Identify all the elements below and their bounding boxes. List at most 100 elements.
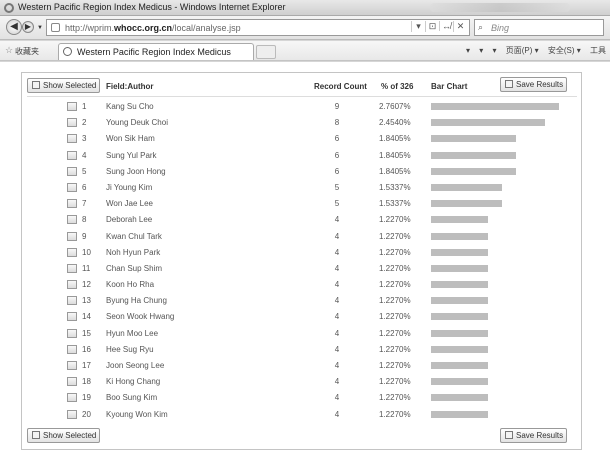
table-row: 20 Kyoung Won Kim 4 1.2270% (22, 407, 583, 423)
row-checkbox[interactable] (67, 134, 77, 144)
row-rank: 20 (82, 409, 91, 419)
author-name: Deborah Lee (106, 215, 153, 225)
favorites-label[interactable]: 收藏夹 (15, 46, 39, 57)
table-row: 8 Deborah Lee 4 1.2270% (22, 212, 583, 228)
table-row: 16 Hee Sug Ryu 4 1.2270% (22, 342, 583, 358)
list-icon (32, 431, 40, 439)
record-count: 4 (334, 361, 340, 370)
row-checkbox[interactable] (67, 328, 77, 338)
page-icon (51, 23, 60, 32)
table-row: 9 Kwan Chul Tark 4 1.2270% (22, 229, 583, 245)
bar-fill (431, 248, 488, 256)
address-dropdown-icon[interactable]: ▾ (411, 21, 425, 32)
row-rank: 16 (82, 344, 91, 354)
search-box[interactable]: ⌕ Bing (474, 19, 604, 36)
search-placeholder[interactable]: Bing (491, 23, 509, 33)
bar-track (431, 248, 571, 256)
record-count: 4 (334, 280, 340, 290)
row-checkbox[interactable] (67, 296, 77, 306)
bar-track (431, 281, 571, 289)
author-name: Noh Hyun Park (106, 247, 161, 257)
bar-track (431, 394, 571, 402)
record-count: 8 (334, 118, 340, 128)
bar-track (431, 103, 571, 110)
author-name: Chan Sup Shim (106, 263, 163, 273)
browser-tab-active[interactable]: Western Pacific Region Index Medicus (58, 43, 254, 60)
record-percent: 1.2270% (379, 393, 411, 403)
tools-menu[interactable]: 工具 (590, 46, 606, 55)
list-icon (32, 81, 40, 89)
row-rank: 1 (82, 102, 87, 111)
show-selected-button-top[interactable]: Show Selected (27, 78, 101, 93)
row-checkbox[interactable] (67, 280, 77, 290)
bar-track (431, 216, 571, 224)
row-rank: 4 (82, 150, 87, 160)
feeds-icon[interactable]: ▾ (479, 46, 483, 55)
save-results-button-bottom[interactable]: Save Results (500, 428, 568, 443)
page-menu[interactable]: 页面(P) ▾ (506, 46, 539, 55)
record-percent: 1.8405% (379, 134, 411, 144)
print-icon[interactable]: ▾ (492, 46, 496, 55)
address-bar[interactable]: http://wprim.whocc.org.cn/local/analyse.… (46, 19, 470, 36)
record-percent: 1.8405% (379, 166, 411, 176)
row-checkbox[interactable] (67, 199, 77, 209)
record-percent: 2.4540% (379, 118, 411, 128)
record-count: 4 (334, 296, 340, 306)
row-checkbox[interactable] (67, 102, 77, 111)
row-checkbox[interactable] (67, 247, 77, 257)
forward-arrow-icon[interactable]: ▶ (22, 21, 34, 33)
record-count: 4 (334, 231, 340, 241)
bar-track (431, 345, 571, 353)
header-field-author: Field:Author (106, 82, 154, 91)
table-row: 11 Chan Sup Shim 4 1.2270% (22, 261, 583, 277)
favorites-star-icon[interactable]: ☆ (5, 45, 13, 56)
row-rank: 2 (82, 118, 87, 128)
stop-icon[interactable]: ✕ (453, 21, 467, 32)
record-count: 4 (334, 263, 340, 273)
author-name: Kyoung Won Kim (106, 409, 168, 419)
home-icon[interactable]: ▾ (466, 46, 470, 55)
row-checkbox[interactable] (67, 409, 77, 419)
author-name: Ki Hong Chang (106, 377, 161, 387)
table-row: 19 Boo Sung Kim 4 1.2270% (22, 390, 583, 406)
show-selected-button-bottom[interactable]: Show Selected (27, 428, 101, 443)
bar-track (431, 329, 571, 337)
record-count: 6 (334, 134, 340, 144)
row-checkbox[interactable] (67, 312, 77, 322)
new-tab-button[interactable] (256, 45, 276, 59)
row-checkbox[interactable] (67, 231, 77, 241)
author-name: Kwan Chul Tark (106, 231, 162, 241)
row-checkbox[interactable] (67, 263, 77, 273)
back-arrow-icon[interactable]: ◀ (6, 19, 22, 35)
record-count: 4 (334, 247, 340, 257)
bar-fill (431, 232, 488, 240)
save-results-button-top[interactable]: Save Results (500, 77, 568, 92)
bar-fill (431, 362, 488, 369)
row-checkbox[interactable] (67, 393, 77, 403)
record-percent: 1.2270% (379, 247, 411, 257)
address-url[interactable]: http://wprim.whocc.org.cn/local/analyse.… (65, 23, 241, 33)
table-row: 15 Hyun Moo Lee 4 1.2270% (22, 326, 583, 342)
author-name: Young Deuk Choi (106, 118, 168, 128)
record-percent: 1.2270% (379, 361, 411, 370)
safety-menu[interactable]: 安全(S) ▾ (548, 46, 581, 55)
bar-track (431, 232, 571, 240)
command-bar: ▾ ▾ ▾ 页面(P) ▾ 安全(S) ▾ 工具 (459, 45, 606, 56)
compatibility-view-icon[interactable]: ⊡ (425, 21, 439, 32)
row-checkbox[interactable] (67, 377, 77, 387)
bar-fill (431, 313, 488, 321)
bar-fill (431, 264, 488, 272)
table-row: 3 Won Sik Ham 6 1.8405% (22, 131, 583, 147)
refresh-icon[interactable]: ↮ (439, 21, 453, 31)
author-name: Sung Joon Hong (106, 166, 166, 176)
history-dropdown-icon[interactable]: ▼ (36, 21, 44, 37)
row-checkbox[interactable] (67, 166, 77, 176)
row-checkbox[interactable] (67, 215, 77, 225)
row-checkbox[interactable] (67, 344, 77, 354)
author-name: Byung Ha Chung (106, 296, 167, 306)
row-checkbox[interactable] (67, 118, 77, 128)
row-checkbox[interactable] (67, 182, 77, 192)
row-checkbox[interactable] (67, 361, 77, 370)
bar-fill (431, 103, 559, 110)
row-checkbox[interactable] (67, 150, 77, 160)
